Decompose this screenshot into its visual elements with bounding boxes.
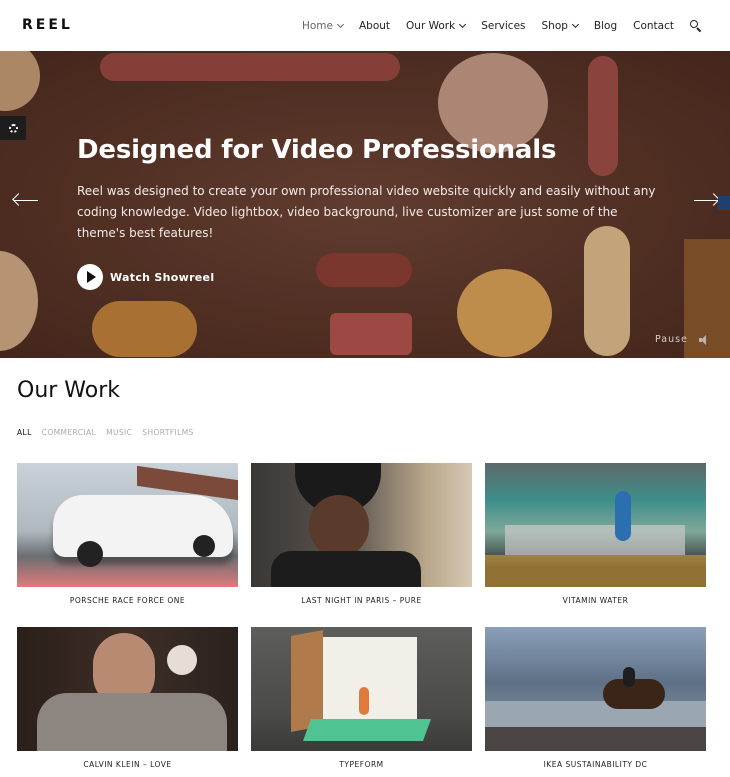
hero-slider: Designed for Video Professionals Reel wa… bbox=[0, 51, 730, 358]
sea-shape bbox=[485, 701, 706, 727]
work-card-vitamin-water[interactable]: VITAMIN WATER bbox=[485, 463, 706, 605]
nav-item-about[interactable]: About bbox=[359, 20, 390, 32]
work-caption: VITAMIN WATER bbox=[562, 596, 629, 605]
work-card-calvin-klein[interactable]: CALVIN KLEIN – LOVE bbox=[17, 627, 238, 769]
nav-item-label: About bbox=[359, 19, 391, 32]
person-shape bbox=[359, 687, 369, 715]
volume-icon-cone bbox=[701, 335, 706, 345]
nav-item-services[interactable]: Services bbox=[481, 20, 525, 32]
room-wall bbox=[321, 637, 417, 721]
work-thumbnail bbox=[251, 627, 472, 751]
nav-item-home[interactable]: Home bbox=[301, 19, 345, 32]
chevron-down-icon bbox=[336, 20, 345, 28]
face-shape bbox=[309, 495, 369, 557]
filter-shortfilms[interactable]: SHORTFILMS bbox=[142, 428, 194, 437]
treadmill-shape bbox=[505, 525, 685, 555]
slider-next-arrow-icon[interactable] bbox=[694, 193, 720, 208]
customizer-gear-icon[interactable] bbox=[0, 116, 26, 140]
nav-item-our-work[interactable]: Our Work bbox=[406, 19, 467, 32]
room-floor bbox=[302, 719, 432, 741]
pause-button[interactable]: Pause bbox=[655, 334, 688, 345]
work-thumbnail bbox=[251, 463, 472, 587]
work-card-ikea[interactable]: IKEA SUSTAINABILITY DC bbox=[485, 627, 706, 769]
gear-icon bbox=[9, 124, 18, 133]
slider-prev-arrow-icon[interactable] bbox=[12, 193, 38, 208]
room-side-wall bbox=[291, 630, 323, 732]
site-header: REEL Home About Our Work Services Shop B… bbox=[0, 0, 730, 51]
watch-showreel-button[interactable]: Watch Showreel bbox=[77, 264, 214, 290]
work-caption: CALVIN KLEIN – LOVE bbox=[83, 760, 172, 769]
car-wheel bbox=[77, 541, 103, 567]
nav-item-label: Blog bbox=[593, 19, 618, 32]
work-caption: IKEA SUSTAINABILITY DC bbox=[543, 760, 648, 769]
filter-all[interactable]: ALL bbox=[17, 428, 32, 437]
chevron-down-icon bbox=[571, 20, 579, 28]
play-icon bbox=[77, 264, 103, 290]
work-card-typeform[interactable]: TYPEFORM bbox=[251, 627, 472, 769]
work-caption: TYPEFORM bbox=[339, 760, 384, 769]
nav-item-contact[interactable]: Contact bbox=[633, 20, 674, 32]
work-thumbnail bbox=[17, 463, 238, 587]
nav-item-label: Our Work bbox=[406, 19, 456, 32]
volume-icon[interactable] bbox=[699, 335, 709, 345]
nav-item-label: Contact bbox=[633, 19, 674, 32]
nav-item-label: Shop bbox=[541, 19, 568, 32]
work-caption: LAST NIGHT IN PARIS – PURE bbox=[301, 596, 422, 605]
work-card-porsche[interactable]: PORSCHE RACE FORCE ONE bbox=[17, 463, 238, 605]
site-logo[interactable]: REEL bbox=[22, 17, 73, 33]
search-icon-handle bbox=[696, 26, 702, 32]
car-wheel bbox=[193, 535, 215, 557]
chevron-down-icon bbox=[459, 20, 467, 28]
nav-item-blog[interactable]: Blog bbox=[594, 20, 617, 32]
work-thumbnail bbox=[485, 463, 706, 587]
filter-music[interactable]: MUSIC bbox=[106, 428, 132, 437]
work-thumbnail bbox=[17, 627, 238, 751]
work-thumbnail bbox=[485, 627, 706, 751]
work-caption: PORSCHE RACE FORCE ONE bbox=[69, 596, 186, 605]
our-work-heading: Our Work bbox=[17, 378, 121, 403]
main-nav: Home About Our Work Services Shop Blog C… bbox=[286, 0, 730, 51]
showreel-label: Watch Showreel bbox=[110, 270, 215, 284]
search-icon[interactable] bbox=[690, 19, 702, 32]
rider-shape bbox=[623, 667, 635, 687]
nav-item-label: Home bbox=[301, 19, 333, 32]
filter-commercial[interactable]: COMMERCIAL bbox=[42, 428, 96, 437]
arrow-tip bbox=[12, 193, 25, 206]
nav-item-shop[interactable]: Shop bbox=[541, 19, 579, 32]
coat-shape bbox=[37, 693, 227, 751]
sand-shape bbox=[485, 727, 706, 751]
bike-row bbox=[485, 555, 706, 587]
hero-description: Reel was designed to create your own pro… bbox=[77, 184, 656, 240]
side-panel-tab[interactable] bbox=[718, 196, 730, 210]
work-card-last-night-in-paris[interactable]: LAST NIGHT IN PARIS – PURE bbox=[251, 463, 472, 605]
nav-item-label: Services bbox=[481, 19, 526, 32]
hero-title: Designed for Video Professionals bbox=[77, 135, 557, 165]
work-filters: ALL COMMERCIAL MUSIC SHORTFILMS bbox=[17, 428, 204, 437]
jacket-shape bbox=[271, 551, 421, 587]
runner-shape bbox=[615, 491, 631, 541]
light-blob bbox=[167, 645, 197, 675]
